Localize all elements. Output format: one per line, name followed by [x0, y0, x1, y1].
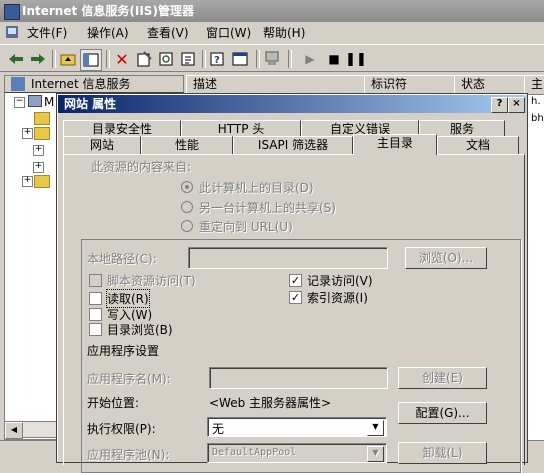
- checkbox-directory-browsing-label[interactable]: 目录浏览(B): [107, 321, 173, 338]
- tree-expander-plus-icon[interactable]: +: [22, 176, 33, 187]
- dialog-title-bar: 网站 属性 ? ×: [58, 95, 526, 113]
- folder-icon: [34, 112, 50, 125]
- stop-icon[interactable]: ■: [324, 49, 344, 69]
- computer-icon[interactable]: [262, 49, 282, 69]
- refresh-icon[interactable]: [156, 49, 176, 69]
- list-cell-partial: bh: [531, 113, 544, 124]
- radio-local-directory[interactable]: [181, 181, 193, 193]
- local-path-label: 本地路径(C):: [87, 252, 157, 266]
- start-location-value: <Web 主服务器属性>: [209, 396, 332, 410]
- toolbar: ✕ ? ▶ ■ ❚❚: [0, 44, 544, 72]
- column-header-host[interactable]: 主: [524, 75, 544, 95]
- tree-root-label: Internet 信息服务: [31, 77, 131, 91]
- tab-performance[interactable]: 性能: [141, 136, 233, 154]
- checkbox-script-source-access[interactable]: [89, 274, 102, 287]
- delete-icon[interactable]: ✕: [112, 49, 132, 69]
- help-icon[interactable]: ?: [208, 49, 228, 69]
- menu-view[interactable]: 查看(V): [144, 25, 192, 41]
- console-icon[interactable]: [4, 24, 20, 42]
- checkbox-read-label[interactable]: 读取(R): [106, 289, 150, 308]
- list-cell-partial: h.: [531, 96, 541, 107]
- content-source-label: 此资源的内容来自:: [91, 160, 192, 174]
- local-path-input[interactable]: [188, 247, 388, 269]
- toolbar-separator: [106, 50, 110, 68]
- tab-documents[interactable]: 文档: [437, 136, 519, 154]
- tab-isapi-filters[interactable]: ISAPI 筛选器: [233, 136, 353, 154]
- menu-bar: 文件(F) 操作(A) 查看(V) 窗口(W) 帮助(H): [0, 22, 544, 44]
- tab-website[interactable]: 网站: [63, 136, 141, 154]
- folder-icon: [34, 175, 50, 188]
- execute-permissions-label: 执行权限(P):: [87, 422, 156, 436]
- server-icon: [28, 95, 42, 107]
- tree-expander-plus-icon[interactable]: +: [33, 162, 44, 173]
- unload-button[interactable]: 卸载(L): [398, 442, 487, 464]
- window-title-bar: Internet 信息服务(IIS)管理器: [0, 0, 544, 22]
- radio-network-share-label[interactable]: 另一台计算机上的共享(S): [199, 199, 336, 216]
- tree-expander-plus-icon[interactable]: +: [33, 145, 44, 156]
- application-name-input[interactable]: [209, 367, 388, 389]
- application-settings-heading: 应用程序设置: [87, 344, 160, 358]
- scroll-left-icon[interactable]: ◀: [5, 422, 23, 439]
- folder-icon: [34, 127, 50, 140]
- execute-permissions-value: 无: [212, 422, 225, 436]
- toolbar-separator: [52, 50, 56, 68]
- dialog-title: 网站 属性: [64, 97, 117, 111]
- toolbar-separator: [202, 50, 206, 68]
- tree-node-m[interactable]: M: [44, 95, 54, 109]
- pause-icon[interactable]: ❚❚: [345, 49, 367, 69]
- configuration-button[interactable]: 配置(G)...: [398, 402, 487, 424]
- checkbox-log-visits[interactable]: ✓: [289, 274, 302, 287]
- app-pool-label: 应用程序池(N):: [87, 448, 170, 462]
- checkbox-log-visits-label[interactable]: 记录访问(V): [307, 272, 373, 289]
- up-folder-icon[interactable]: [58, 49, 78, 69]
- radio-redirect-url[interactable]: [181, 220, 193, 232]
- show-tree-icon[interactable]: [80, 49, 102, 71]
- toolbar-separator: [288, 50, 292, 68]
- toolbar-separator: [256, 50, 260, 68]
- iis-app-icon: [4, 4, 20, 20]
- chevron-down-icon[interactable]: ▼: [367, 446, 384, 462]
- column-header-description[interactable]: 描述: [186, 75, 372, 95]
- app-pool-select[interactable]: DefaultAppPool ▼: [207, 443, 387, 463]
- checkbox-index-resource[interactable]: ✓: [289, 291, 302, 304]
- tree-expander-plus-icon[interactable]: +: [22, 128, 33, 139]
- website-properties-dialog: 网站 属性 ? × 目录安全性 HTTP 头 自定义错误 服务 网站 性能 IS…: [56, 93, 528, 473]
- window-title: Internet 信息服务(IIS)管理器: [22, 4, 194, 18]
- execute-permissions-select[interactable]: 无 ▼: [207, 417, 387, 437]
- menu-help[interactable]: 帮助(H): [260, 25, 308, 41]
- iis-root-icon: [11, 77, 25, 91]
- properties-icon[interactable]: [134, 49, 154, 69]
- window-icon[interactable]: [230, 49, 250, 69]
- tree-expander-minus-icon[interactable]: −: [14, 97, 25, 108]
- application-name-label: 应用程序名(M):: [87, 372, 171, 386]
- help-button[interactable]: ?: [491, 97, 508, 113]
- radio-redirect-url-label[interactable]: 重定向到 URL(U): [199, 218, 293, 235]
- start-location-label: 开始位置:: [87, 396, 140, 410]
- export-icon[interactable]: [178, 49, 198, 69]
- create-button[interactable]: 创建(E): [398, 367, 487, 389]
- checkbox-directory-browsing[interactable]: [89, 323, 102, 336]
- back-arrow-icon[interactable]: [6, 49, 26, 69]
- radio-network-share[interactable]: [181, 201, 193, 213]
- radio-local-directory-label[interactable]: 此计算机上的目录(D): [199, 179, 314, 196]
- column-header-identifier[interactable]: 标识符: [364, 75, 462, 95]
- browse-button[interactable]: 浏览(O)...: [405, 247, 487, 269]
- tab-home-directory[interactable]: 主目录: [353, 134, 437, 155]
- checkbox-write[interactable]: [89, 308, 102, 321]
- menu-action[interactable]: 操作(A): [84, 25, 132, 41]
- svg-text:?: ?: [214, 55, 220, 66]
- close-button[interactable]: ×: [508, 97, 525, 113]
- chevron-down-icon[interactable]: ▼: [367, 420, 384, 436]
- menu-window[interactable]: 窗口(W): [203, 25, 254, 41]
- checkbox-index-resource-label[interactable]: 索引资源(I): [307, 289, 368, 306]
- menu-file[interactable]: 文件(F): [24, 25, 70, 41]
- app-pool-value: DefaultAppPool: [212, 447, 297, 458]
- column-header-status[interactable]: 状态: [454, 75, 532, 95]
- checkbox-script-source-label[interactable]: 脚本资源访问(T): [107, 272, 196, 289]
- checkbox-read[interactable]: [89, 292, 102, 305]
- play-icon[interactable]: ▶: [300, 49, 320, 69]
- tree-root-item[interactable]: Internet 信息服务: [4, 75, 184, 93]
- forward-arrow-icon[interactable]: [28, 49, 48, 69]
